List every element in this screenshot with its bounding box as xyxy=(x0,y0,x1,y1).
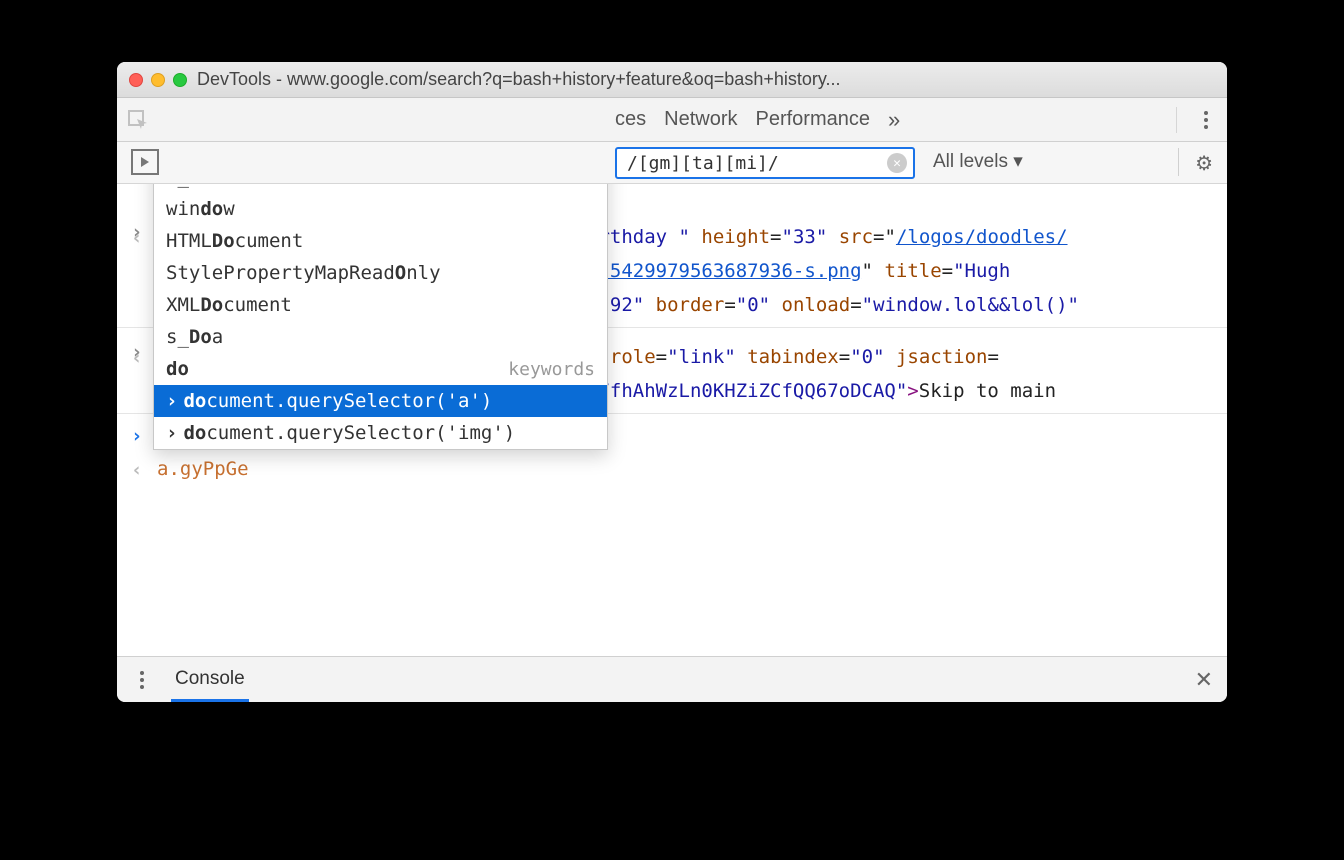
titlebar: DevTools - www.google.com/search?q=bash+… xyxy=(117,62,1227,98)
filter-value: /[gm][ta][mi]/ xyxy=(627,153,779,174)
divider xyxy=(1178,148,1179,176)
drawer-close-icon[interactable]: ✕ xyxy=(1195,667,1213,693)
drawer-menu-icon[interactable] xyxy=(131,671,153,689)
zoom-window-button[interactable] xyxy=(173,73,187,87)
output-icon: › xyxy=(131,344,142,372)
autocomplete-item[interactable]: window xyxy=(154,193,607,225)
window-title: DevTools - www.google.com/search?q=bash+… xyxy=(197,69,1215,90)
more-options-icon[interactable] xyxy=(1195,111,1217,129)
autocomplete-item[interactable]: s_doa xyxy=(154,184,607,193)
autocomplete-item[interactable]: s_Doa xyxy=(154,321,607,353)
autocomplete-item[interactable]: dokeywords xyxy=(154,353,607,385)
console-filter-input[interactable]: /[gm][ta][mi]/ ✕ xyxy=(615,147,915,179)
settings-icon[interactable]: ⚙ xyxy=(1195,151,1213,176)
tab-sources-partial[interactable]: ces xyxy=(615,108,646,131)
autocomplete-popup: onmousedownonpointerdowns_dos_doawindowH… xyxy=(153,184,608,450)
output-icon: › xyxy=(131,456,142,484)
inspect-icon[interactable] xyxy=(127,109,149,131)
output-icon: › xyxy=(131,224,142,252)
prompt-icon: › xyxy=(131,422,142,450)
drawer-tab-console[interactable]: Console xyxy=(171,658,249,702)
execution-context-icon[interactable] xyxy=(131,149,159,175)
console-content: › › irthday " height="33" src="/logos/do… xyxy=(117,184,1227,656)
window-controls xyxy=(129,73,187,87)
autocomplete-item[interactable]: StylePropertyMapReadOnly xyxy=(154,257,607,289)
devtools-window: DevTools - www.google.com/search?q=bash+… xyxy=(117,62,1227,702)
autocomplete-item[interactable]: HTMLDocument xyxy=(154,225,607,257)
minimize-window-button[interactable] xyxy=(151,73,165,87)
drawer: Console ✕ xyxy=(117,656,1227,702)
src-link-2[interactable]: y-5429979563687936-s.png xyxy=(587,260,862,282)
console-eager-result: › a.gyPpGe xyxy=(117,452,1227,486)
tab-performance[interactable]: Performance xyxy=(755,108,870,131)
console-filter-bar: /[gm][ta][mi]/ ✕ All levels ▾ ⚙ xyxy=(117,142,1227,184)
autocomplete-item[interactable]: document.querySelector('img') xyxy=(154,417,607,449)
log-levels-dropdown[interactable]: All levels ▾ xyxy=(933,150,1023,173)
autocomplete-item[interactable]: XMLDocument xyxy=(154,289,607,321)
close-window-button[interactable] xyxy=(129,73,143,87)
autocomplete-item[interactable]: document.querySelector('a') xyxy=(154,385,607,417)
clear-filter-icon[interactable]: ✕ xyxy=(887,153,907,173)
main-toolbar: ces Network Performance » xyxy=(117,98,1227,142)
tab-network[interactable]: Network xyxy=(664,108,737,131)
src-link[interactable]: /logos/doodles/ xyxy=(896,226,1068,248)
tabs-overflow-icon[interactable]: » xyxy=(888,107,900,133)
